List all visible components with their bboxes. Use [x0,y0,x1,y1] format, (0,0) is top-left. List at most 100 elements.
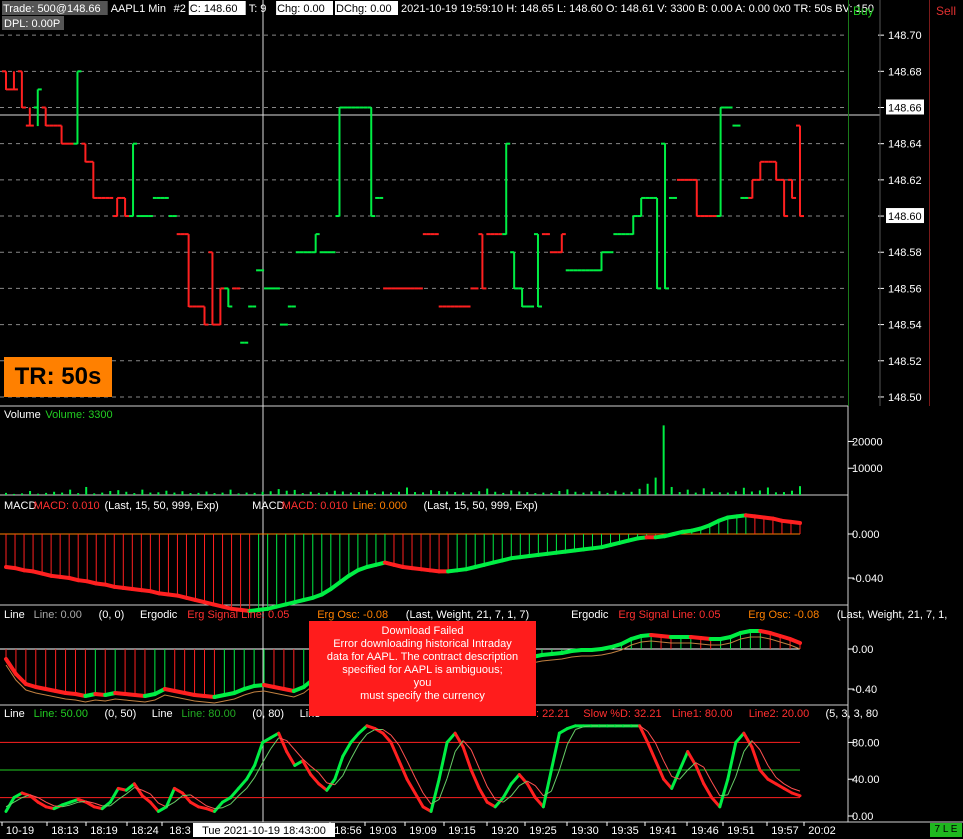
time-label: 19:25 [529,825,557,837]
stoch-k-line [461,745,473,772]
stoch-d-line [534,785,544,797]
error-message: Error downloading historical Intraday da… [326,638,519,702]
stoch-right-label: : 22.21 [536,708,570,720]
time-label: 19:03 [369,825,397,837]
header-field: 1 Min [139,3,166,15]
stoch-tick-label: 0.00 [852,811,873,823]
stoch-k-line [477,786,489,804]
stoch-k-line [517,773,529,786]
stoch-k-line [309,773,321,786]
ergodic-label: Erg Osc: -0.08 [317,609,388,621]
header-field: T: 9 [249,3,267,15]
stoch-k-line [349,731,361,744]
buy-button[interactable]: Buy [848,0,929,406]
macd-label: MACD [4,500,36,512]
volume-bars [5,425,801,495]
stoch-k-line [429,777,441,813]
stoch-d-line [262,748,272,763]
dpl-label: DPL: 0.00P [4,18,60,30]
time-label: 18:24 [131,825,159,837]
macd-label: MACD: 0.010 [34,500,100,512]
stoch-d-line [294,749,304,760]
stoch-d-line [679,769,689,780]
stoch-d-line [45,801,55,807]
stoch-tick-label: 40.00 [852,774,880,786]
macd-label: Line: 0.000 [353,500,407,512]
stoch-d-line [767,765,777,778]
stoch-k-line [501,782,513,800]
stoch-k-line [437,740,449,781]
stoch-k-line [229,786,241,800]
stoch-d-line [711,781,721,797]
time-label: 19:57 [771,825,799,837]
macd-label: (Last, 15, 50, 999, Exp) [424,500,538,512]
stoch-d-line [558,744,568,771]
stoch-k-line [694,763,706,786]
header-field: 2021-10-19 19:59:10 H: 148.65 L: 148.60 … [401,3,874,15]
stoch-d-line [719,794,728,797]
stoch-tick-label: 80.00 [852,737,880,749]
time-label: 10-19 [6,825,34,837]
stoch-right-label: Line1: 80.00 [672,708,733,720]
ergodic-signal-line [13,672,28,686]
tr-badge: TR: 50s [4,357,112,397]
error-title: Download Failed [381,625,464,637]
stoch-d-line [414,777,424,794]
stoch-d-line [94,802,103,807]
stoch-k-line [124,782,136,792]
stoch-d-line [735,751,745,777]
stoch-d-line [478,767,488,787]
macd-tick-label: 0.000 [852,529,880,541]
ergodic-label: (Last, Weight, 21, 7, 1, 7) [406,609,529,621]
macd-label: MACD: 0.010 [282,500,348,512]
macd-histogram [0,513,802,613]
header-field: DChg: 0.00 [336,3,392,15]
volume-tick-label: 10000 [852,463,883,475]
ergodic-signal-line [788,637,802,645]
ergodic-label: Line [4,609,25,621]
stoch-d-line [174,795,183,803]
stoch-d-line [550,769,560,792]
stoch-d-line [342,758,352,776]
ergodic-label: (0, 0) [99,609,125,621]
buy-label: Buy [853,4,874,18]
stoch-k-line [357,724,369,735]
stoch-d-line [270,737,280,750]
macd-tick-label: -0.040 [852,573,883,585]
ergodic-label: Erg Signal Line: 0.05 [618,609,720,621]
header-field: #2 [174,3,186,15]
time-label: 18:3 [169,825,190,837]
volume-tick-label: 20000 [852,436,883,448]
stoch-k-line [549,731,561,772]
time-label: 19:09 [409,825,437,837]
cursor-time-label: Tue 2021-10-19 18:43:00 [202,825,326,837]
ergodic-label: Ergodic [571,609,609,621]
stoch-k-line [341,740,353,758]
time-label: 19:35 [611,825,639,837]
header-field: AAPL [111,3,139,15]
stoch-k-line [453,731,465,749]
stoch-d-line [117,793,127,800]
stoch-k-line [702,782,714,800]
stoch-k-line [662,777,674,790]
stoch-k-line [213,800,225,813]
stoch-d-line [198,799,207,807]
stoch-k-line [541,768,553,809]
ergodic-label: Line: 0.00 [34,609,82,621]
stoch-d-line [759,749,769,766]
stoch-d-line [438,778,448,800]
stoch-k-line [678,750,690,772]
ergodic-label: Erg Osc: -0.08 [748,609,819,621]
stoch-d-line [142,789,151,795]
stoch-k-line [245,763,257,781]
stoch-d-line [470,749,480,769]
header-field: C: 148.60 [190,3,238,15]
download-error-popup[interactable]: Download Failed Error downloading histor… [309,621,536,716]
price-bars [2,70,804,344]
stoch-d-line [422,792,432,805]
ergodic-tick-label: -0.40 [852,684,877,696]
sell-button[interactable]: Sell [929,0,963,406]
time-label: 19:15 [448,825,476,837]
macd-label: (Last, 15, 50, 999, Exp) [105,500,219,512]
stoch-d-line [318,772,328,784]
